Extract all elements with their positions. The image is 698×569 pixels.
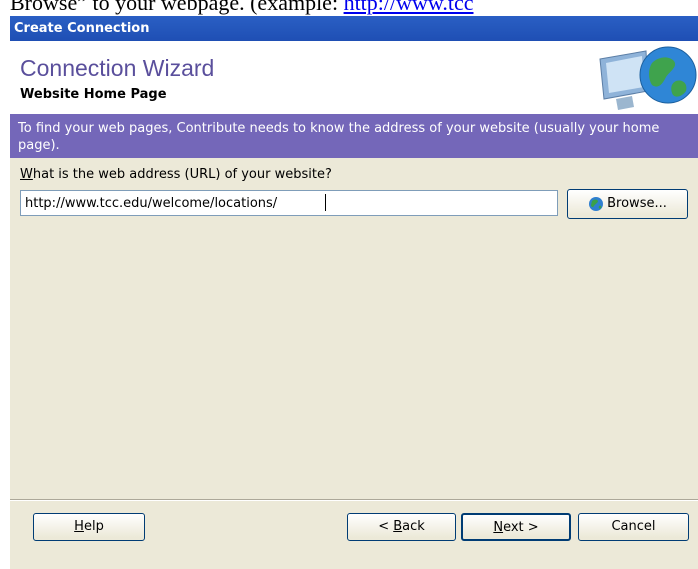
cancel-button[interactable]: Cancel xyxy=(578,513,689,541)
browse-button[interactable]: Browse... xyxy=(567,189,688,219)
doc-text: Browse” to your webpage. (example: xyxy=(10,0,344,15)
label-accelerator: W xyxy=(20,167,33,182)
next-button[interactable]: Next > xyxy=(461,513,571,541)
globe-monitor-icon xyxy=(599,46,697,110)
back-button[interactable]: < Back xyxy=(347,513,456,541)
back-prefix: < xyxy=(378,519,394,534)
text-caret xyxy=(325,194,326,211)
title-bar[interactable]: Create Connection xyxy=(10,16,698,41)
wizard-title: Connection Wizard xyxy=(20,55,215,81)
next-label: ext > xyxy=(503,520,539,535)
wizard-subtitle: Website Home Page xyxy=(20,87,167,102)
back-label: ack xyxy=(402,519,425,534)
help-accelerator: H xyxy=(74,519,84,534)
footer-divider xyxy=(10,499,698,501)
back-accelerator: B xyxy=(393,519,403,534)
url-input[interactable] xyxy=(20,190,558,216)
help-button[interactable]: Help xyxy=(33,513,145,541)
cancel-label: Cancel xyxy=(611,519,656,534)
browse-label: Browse... xyxy=(607,196,667,211)
next-accelerator: N xyxy=(493,520,504,535)
window-title: Create Connection xyxy=(14,21,150,36)
url-field-label: What is the web address (URL) of your we… xyxy=(20,167,332,182)
info-message: To find your web pages, Contribute needs… xyxy=(10,114,698,158)
globe-icon xyxy=(589,196,604,211)
document-text-strip: Browse” to your webpage. (example: http:… xyxy=(0,0,698,16)
wizard-header: Connection Wizard Website Home Page xyxy=(10,41,698,114)
help-label: elp xyxy=(83,519,104,534)
doc-link[interactable]: http://www.tcc xyxy=(344,0,474,15)
label-text: hat is the web address (URL) of your web… xyxy=(32,167,332,182)
create-connection-dialog: Create Connection Connection Wizard Webs… xyxy=(10,16,698,569)
